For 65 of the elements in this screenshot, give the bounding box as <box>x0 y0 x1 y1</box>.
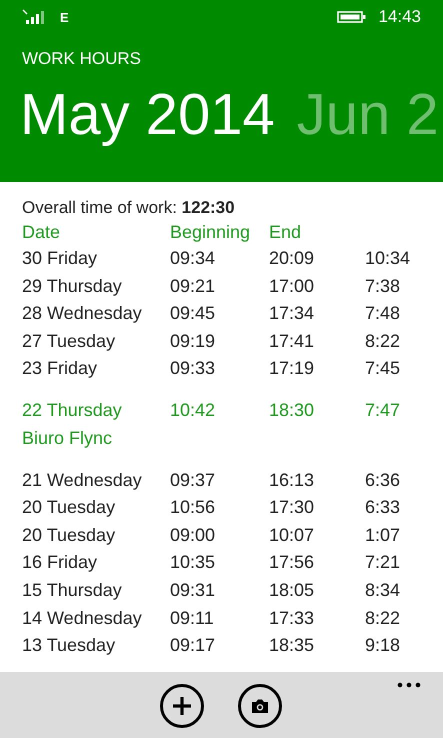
table-cell-text: 09:34 <box>170 247 216 270</box>
table-cell-text: 17:56 <box>269 551 316 574</box>
table-cell-text: 8:34 <box>365 578 402 602</box>
table-cell-text: 28 Wednesday <box>22 302 143 326</box>
battery-icon <box>337 11 366 23</box>
table-cell-text: 23 Friday <box>22 357 98 380</box>
more-icon[interactable] <box>397 682 421 688</box>
table-cell-text: 09:21 <box>170 274 216 298</box>
table-cell-text: 18:35 <box>269 634 316 658</box>
table-cell-text: 17:30 <box>269 496 316 520</box>
summary-text: Overall time of work: 122:30 <box>22 197 236 219</box>
table-cell-text: 22 Thursday <box>22 398 123 422</box>
table-cell-text: 17:19 <box>269 357 316 380</box>
table-cell-text: 9:18 <box>365 634 402 658</box>
table-cell-text: 20:09 <box>269 247 316 270</box>
table-cell-text: 17:33 <box>269 606 316 630</box>
table-cell-text: 6:36 <box>365 468 402 492</box>
table-cell-text: 7:38 <box>365 274 402 298</box>
table-cell-text: 09:31 <box>170 578 216 602</box>
column-header: Beginning <box>170 221 252 244</box>
table-cell-text: 16 Friday <box>22 551 98 574</box>
table-cell-text: 1:07 <box>365 524 402 547</box>
app-title: WORK HOURS <box>21 48 142 69</box>
table-cell-text: 10:07 <box>269 524 316 547</box>
table-cell-text: 10:34 <box>365 247 412 270</box>
table-cell-text: 7:47 <box>365 398 402 422</box>
table-cell-text: 17:00 <box>269 274 316 298</box>
table-cell-text: 15 Thursday <box>22 578 123 602</box>
table-cell-text: 09:37 <box>170 468 216 492</box>
add-button[interactable] <box>160 684 204 728</box>
table-cell-text: 6:33 <box>365 496 402 520</box>
table-cell-text: 09:33 <box>170 357 216 380</box>
row-note: Biuro Flync <box>22 426 114 450</box>
column-header: End <box>269 221 302 244</box>
table-cell-text: 27 Tuesday <box>22 330 116 353</box>
status-time: 14:43 <box>378 7 421 27</box>
table-cell-text: 13 Tuesday <box>22 634 116 658</box>
table-cell-text: 7:45 <box>365 357 402 380</box>
table-cell-text: 10:42 <box>170 398 216 422</box>
table-cell-text: 8:22 <box>365 330 402 353</box>
table-cell-text: 18:30 <box>269 398 316 422</box>
table-cell-text: 20 Tuesday <box>22 496 116 520</box>
table-cell-text: 10:56 <box>170 496 216 520</box>
table-cell-text: 21 Wednesday <box>22 468 143 492</box>
table-cell-text: 18:05 <box>269 578 316 602</box>
table-cell-text: 7:48 <box>365 302 402 326</box>
table-cell-text: 09:17 <box>170 634 216 658</box>
table-cell-text: 17:34 <box>269 302 316 326</box>
table-cell-text: 7:21 <box>365 551 402 574</box>
column-header: Date <box>22 221 62 244</box>
table-cell-text: 20 Tuesday <box>22 524 116 547</box>
table-cell-text: 09:45 <box>170 302 216 326</box>
table-cell-text: 17:41 <box>269 330 316 353</box>
table-cell-text: 09:11 <box>170 606 215 630</box>
network-type: E <box>60 10 69 24</box>
pivot-tab[interactable]: May 2014 <box>20 79 275 151</box>
table-cell-text: 30 Friday <box>22 247 98 270</box>
table-cell-text: 29 Thursday <box>22 274 123 298</box>
table-cell-text: 8:22 <box>365 606 402 630</box>
table-cell-text: 09:00 <box>170 524 216 547</box>
camera-button[interactable] <box>238 684 282 728</box>
table-cell-text: 16:13 <box>269 468 316 492</box>
table-cell-text: 09:19 <box>170 330 216 353</box>
table-cell-text: 14 Wednesday <box>22 606 143 630</box>
table-cell-text: 10:35 <box>170 551 216 574</box>
